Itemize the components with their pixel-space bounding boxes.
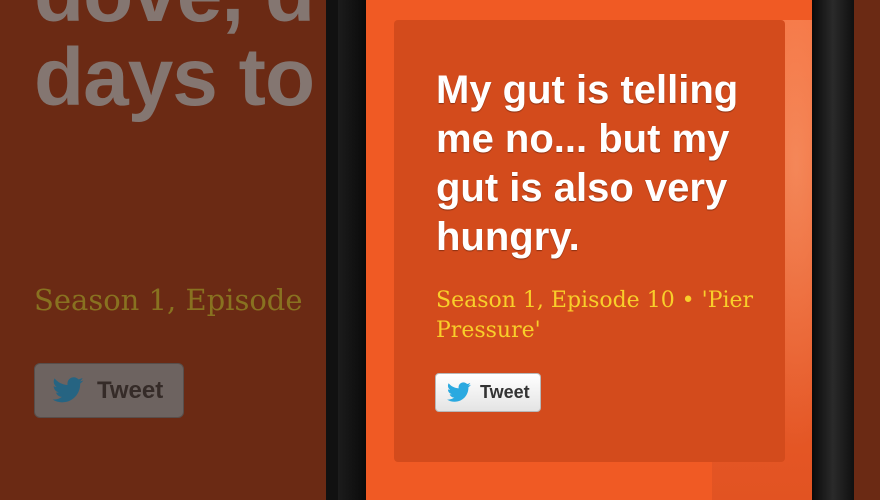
tweet-button[interactable]: Tweet (435, 373, 541, 412)
background-episode-text: Season 1, Episode (34, 283, 303, 317)
background-panel-left: dove, d Becaus days to Season 1, Episode… (0, 0, 330, 500)
episode-info: Season 1, Episode 10 • 'Pier Pressure' (436, 288, 754, 343)
quote-text: My gut is telling me no... but my gut is… (436, 68, 739, 259)
background-quote-text: dove, d Becaus days to (34, 0, 330, 123)
phone-left-bezel (338, 0, 366, 500)
background-tweet-label: Tweet (97, 376, 164, 404)
phone-right-bezel (812, 0, 854, 500)
tweet-button-label: Tweet (480, 382, 530, 402)
twitter-bird-icon (446, 381, 472, 404)
twitter-bird-icon (51, 376, 85, 405)
background-tweet-button: Tweet (34, 363, 184, 418)
background-panel-right (854, 0, 880, 500)
